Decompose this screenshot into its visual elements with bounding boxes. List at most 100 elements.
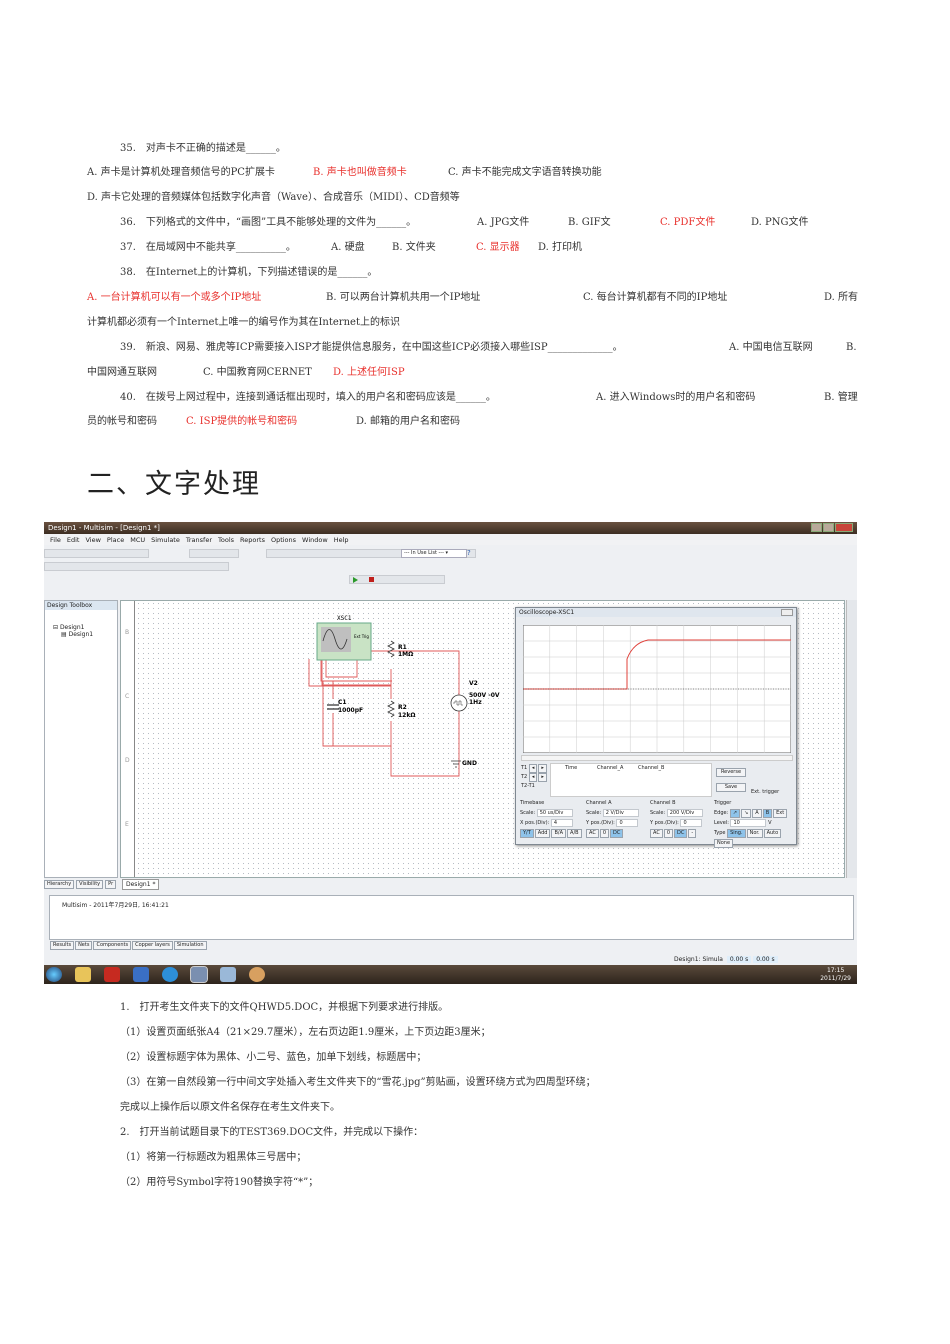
t2-right-button[interactable]: ▸: [538, 773, 547, 782]
channel-a-scale-field[interactable]: 2 V/Div: [602, 809, 639, 817]
channel-b-ypos-field[interactable]: 0: [680, 819, 703, 827]
x-pos-field[interactable]: 4: [550, 819, 573, 827]
menu-file[interactable]: File: [50, 536, 61, 544]
option: A. 声卡是计算机处理音频信号的PC扩展卡: [87, 167, 275, 178]
option: B. 可以两台计算机共用一个IP地址: [326, 292, 481, 303]
clock[interactable]: 17:15 2011/7/29: [820, 967, 851, 983]
tree-item-sheet[interactable]: ▤ Design1: [53, 631, 117, 638]
edge-falling-button[interactable]: ↘: [741, 809, 752, 818]
trigger-b-button[interactable]: B: [762, 809, 773, 818]
menu-help[interactable]: Help: [334, 536, 349, 544]
zoom-toolbar[interactable]: [189, 549, 239, 558]
taskbar: 17:15 2011/7/29: [44, 965, 857, 984]
tab-results[interactable]: Results: [50, 941, 75, 950]
in-use-list-dropdown[interactable]: --- In Use List --- ▾: [401, 549, 467, 558]
t2-left-button[interactable]: ◂: [528, 773, 538, 782]
maximize-button[interactable]: [823, 523, 834, 532]
menu-simulate[interactable]: Simulate: [151, 536, 180, 544]
question-35: 35. 对声卡不正确的描述是______。: [120, 143, 286, 154]
type-single-button[interactable]: Sing.: [727, 829, 746, 838]
mode-yt-button[interactable]: Y/T: [520, 829, 534, 838]
in-use-list-value: --- In Use List ---: [404, 550, 444, 556]
channel-b-dc-button[interactable]: DC: [674, 829, 688, 838]
type-none-button[interactable]: None: [714, 839, 734, 848]
run-icon[interactable]: [353, 577, 358, 583]
option-continued: 计算机都必须有一个Internet上唯一的编号作为其在Internet上的标识: [87, 317, 400, 328]
channel-b-scale-field[interactable]: 200 V/Div: [666, 809, 703, 817]
menu-reports[interactable]: Reports: [240, 536, 265, 544]
title-bar: Design1 - Multisim - [Design1 *]: [44, 522, 857, 534]
menu-tools[interactable]: Tools: [218, 536, 234, 544]
channel-b-ac-button[interactable]: AC: [650, 829, 663, 838]
type-normal-button[interactable]: Nor.: [746, 829, 763, 838]
status-text: Design1: Simula: [674, 956, 723, 963]
label: Scale:: [650, 810, 666, 816]
channel-a-dc-button[interactable]: DC: [610, 829, 624, 838]
option: A. 进入Windows时的用户名和密码: [596, 392, 756, 403]
tree-item-design1[interactable]: ⊟ Design1: [53, 624, 117, 631]
reverse-button[interactable]: Reverse: [716, 768, 746, 777]
trigger-ext-button[interactable]: Ext: [773, 809, 788, 818]
tab-project[interactable]: Pr: [105, 880, 117, 889]
menu-transfer[interactable]: Transfer: [186, 536, 212, 544]
ie-icon[interactable]: [162, 967, 178, 982]
edge-rising-button[interactable]: ↗: [729, 809, 741, 818]
r2-value: 12kΩ: [398, 712, 415, 719]
cursor-rows: T1 ◂ ▸ T2 ◂ ▸ T2-T1: [521, 764, 548, 797]
simulation-toolbar: [349, 575, 445, 584]
mode-add-button[interactable]: Add: [534, 829, 551, 838]
instruments-toolbar[interactable]: [846, 600, 857, 878]
channel-b-zero-button[interactable]: 0: [663, 829, 674, 838]
minimize-button[interactable]: [811, 523, 822, 532]
explorer-icon[interactable]: [75, 967, 91, 982]
menu-place[interactable]: Place: [107, 536, 124, 544]
t1-left-button[interactable]: ◂: [528, 764, 538, 773]
channel-b-minus-button[interactable]: -: [688, 829, 697, 838]
paint-icon[interactable]: [249, 967, 265, 982]
task-line: （2）用符号Symbol字符190替换字符“*”；: [120, 1177, 319, 1188]
question-39: 39. 新浪、网易、雅虎等ICP需要接入ISP才能提供信息服务，在中国这些ICP…: [120, 342, 623, 353]
col-channel-b: Channel_B: [638, 765, 665, 771]
section-heading: 二、文字处理: [87, 469, 261, 500]
stop-icon[interactable]: [369, 577, 374, 582]
type-auto-button[interactable]: Auto: [763, 829, 782, 838]
standard-toolbar[interactable]: [44, 549, 149, 558]
save-button[interactable]: Save: [716, 783, 746, 792]
timebase-scale-field[interactable]: 50 us/Div: [536, 809, 573, 817]
tab-design1[interactable]: Design1 *: [122, 879, 160, 890]
mode-ba-button[interactable]: B/A: [551, 829, 567, 838]
tab-copper-layers[interactable]: Copper layers: [132, 941, 173, 950]
multisim-icon[interactable]: [190, 966, 208, 983]
word-icon[interactable]: [133, 967, 149, 982]
t1-right-button[interactable]: ▸: [538, 764, 547, 773]
menu-edit[interactable]: Edit: [67, 536, 80, 544]
mode-ab-button[interactable]: A/B: [567, 829, 582, 838]
scope-close-button[interactable]: [781, 609, 793, 616]
tab-simulation[interactable]: Simulation: [173, 941, 207, 950]
channel-a-zero-button[interactable]: 0: [599, 829, 610, 838]
option-continued: 中国网通互联网: [87, 367, 157, 378]
tab-nets[interactable]: Nets: [75, 941, 93, 950]
menu-view[interactable]: View: [85, 536, 100, 544]
tab-visibility[interactable]: Visibility: [76, 880, 104, 889]
components-toolbar[interactable]: [44, 562, 229, 571]
close-button[interactable]: [835, 523, 853, 532]
menu-options[interactable]: Options: [271, 536, 296, 544]
task-line: （1）设置页面纸张A4（21×29.7厘米），左右页边距1.9厘米，上下页边距3…: [120, 1027, 491, 1038]
start-button-icon[interactable]: [46, 967, 62, 982]
channel-a-ac-button[interactable]: AC: [586, 829, 599, 838]
oscilloscope-window: Oscilloscope-XSC1 T1 ◂ ▸ T2 ◂ ▸ T2-T1 Time…: [515, 607, 797, 848]
acrobat-icon[interactable]: [104, 967, 120, 982]
option: B. 文件夹: [392, 242, 436, 253]
tab-hierarchy[interactable]: Hierarchy: [44, 880, 75, 889]
tree-label: Design1: [59, 624, 85, 631]
menu-mcu[interactable]: MCU: [130, 536, 145, 544]
scope-scrollbar[interactable]: [521, 755, 793, 761]
app-icon[interactable]: [220, 967, 236, 982]
channel-a-ypos-field[interactable]: 0: [616, 819, 639, 827]
menu-window[interactable]: Window: [302, 536, 328, 544]
trigger-level-field[interactable]: 10: [730, 819, 767, 827]
trigger-a-button[interactable]: A: [752, 809, 762, 818]
help-icon[interactable]: ?: [467, 549, 471, 557]
tab-components[interactable]: Components: [93, 941, 132, 950]
